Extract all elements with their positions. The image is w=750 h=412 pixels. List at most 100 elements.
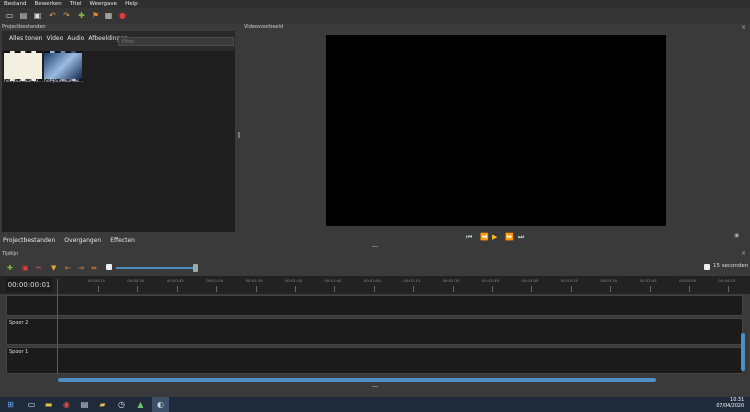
timeline-title: Tijdlijn [2, 251, 19, 257]
timeline-horizontal-scrollbar[interactable] [58, 378, 656, 382]
start-icon[interactable]: ⊞ [6, 400, 15, 409]
camera-icon[interactable]: ◉ [734, 232, 739, 239]
file-thumbnail[interactable] [4, 51, 42, 81]
ruler-tick-label: 00:02:45 [482, 278, 500, 283]
tab-project-files[interactable]: Projectbestanden [3, 237, 55, 244]
fullscreen-icon[interactable]: ▦ [104, 11, 113, 20]
system-clock[interactable]: 10:31 07/04/2020 [716, 398, 744, 410]
ruler-tick-label: 00:03:15 [560, 278, 578, 283]
ruler-tick-mark [531, 286, 533, 292]
zoom-checkbox[interactable] [106, 264, 112, 270]
fast-forward-icon[interactable]: ⏩ [505, 233, 514, 241]
folder-icon[interactable]: ▰ [98, 400, 107, 409]
ruler-tick-label: 00:00:15 [88, 278, 106, 283]
clock-app-icon[interactable]: ◷ [117, 400, 126, 409]
timeline-ruler[interactable]: 00:00:00:01 00:00:15 00:00:30 00:00:45 00:0… [0, 276, 750, 294]
ruler-tick-mark [137, 286, 139, 292]
zoom-label: 15 seconden [713, 263, 749, 269]
save-icon[interactable]: ▣ [33, 11, 42, 20]
file-name: het-journaal-las... [44, 79, 84, 84]
file-name: het-journaal-13... [4, 79, 43, 84]
open-project-icon[interactable]: ▤ [19, 11, 28, 20]
timecode-display: 00:00:00:01 [6, 278, 52, 292]
playhead[interactable] [57, 279, 58, 374]
ruler-tick-mark [216, 286, 218, 292]
splitter-handle[interactable] [238, 132, 240, 138]
export-icon[interactable]: ● [118, 11, 127, 20]
ruler-tick-label: 00:01:00 [206, 278, 224, 283]
openshot-icon: ◐ [157, 400, 164, 409]
menu-help[interactable]: Help [125, 1, 138, 7]
filter-audio[interactable]: Audio [67, 35, 84, 42]
track-spoor-2[interactable]: Spoor 2 [6, 318, 743, 345]
menu-bewerken[interactable]: Bewerken [35, 1, 62, 7]
skip-start-icon[interactable]: ⏮ [466, 233, 472, 242]
clock-date: 07/04/2020 [716, 404, 744, 409]
next-marker-icon[interactable]: ⇥ [78, 264, 84, 272]
splitter-handle[interactable] [372, 246, 378, 247]
splitter-handle[interactable] [372, 386, 378, 387]
menu-titel[interactable]: Titel [70, 1, 82, 7]
play-icon[interactable]: ▶ [492, 233, 497, 241]
ruler-tick-mark [413, 286, 415, 292]
skip-end-icon[interactable]: ⏭ [518, 233, 524, 242]
filter-input[interactable]: Filter [118, 37, 234, 46]
filter-video[interactable]: Video [46, 35, 63, 42]
profile-icon[interactable]: ⚑ [91, 11, 100, 20]
ruler-tick-label: 00:03:30 [600, 278, 618, 283]
ruler-tick-mark [255, 286, 257, 292]
menu-bestand[interactable]: Bestand [4, 1, 27, 7]
close-icon[interactable]: × [741, 24, 746, 31]
zoom-level-box [704, 264, 710, 270]
tab-transitions[interactable]: Overgangen [64, 237, 101, 244]
razor-icon[interactable]: ✂ [36, 264, 42, 272]
ruler-tick-mark [98, 286, 99, 292]
track-spoor-1[interactable]: Spoor 1 [6, 347, 743, 374]
chrome-icon[interactable]: ◉ [62, 400, 71, 409]
add-track-icon[interactable]: ✚ [7, 264, 13, 272]
ruler-tick-mark [570, 286, 572, 292]
ruler-tick-label: 00:04:15 [718, 278, 736, 283]
ruler-tick-mark [176, 286, 178, 292]
zoom-slider-handle[interactable] [193, 264, 198, 272]
task-view-icon[interactable]: ▭ [27, 400, 36, 409]
menu-weergave[interactable]: Weergave [90, 1, 118, 7]
rewind-icon[interactable]: ⏪ [480, 233, 489, 241]
file-thumbnail[interactable] [44, 51, 82, 81]
ruler-tick-label: 00:00:30 [127, 278, 145, 283]
undo-icon[interactable]: ↶ [48, 11, 57, 20]
left-panel-tabs: Projectbestanden Overgangen Effecten [3, 237, 144, 244]
main-toolbar: ▭ ▤ ▣ ↶ ↷ ✚ ⚑ ▦ ● [0, 8, 750, 24]
redo-icon[interactable]: ↷ [62, 11, 71, 20]
import-files-icon[interactable]: ✚ [77, 11, 86, 20]
ruler-tick-label: 00:01:30 [285, 278, 303, 283]
close-icon[interactable]: × [741, 250, 746, 257]
new-project-icon[interactable]: ▭ [5, 11, 14, 20]
ruler-tick-label: 00:00:45 [166, 278, 184, 283]
ruler-tick-label: 00:04:00 [679, 278, 697, 283]
ruler-tick-mark [373, 286, 375, 292]
add-marker-icon[interactable]: ▼ [51, 264, 56, 272]
preview-title: Videovoorbeeld [244, 24, 284, 30]
ruler-tick-label: 00:02:30 [442, 278, 460, 283]
app-icon[interactable]: ▲ [136, 400, 145, 409]
project-files-title: Projectbestanden [2, 24, 46, 30]
video-preview [326, 35, 666, 226]
store-icon[interactable]: ▤ [80, 400, 89, 409]
file-explorer-icon[interactable]: ▬ [44, 400, 53, 409]
center-playhead-icon[interactable]: ⇹ [91, 264, 97, 272]
tab-effects[interactable]: Effecten [110, 237, 135, 244]
ruler-tick-mark [728, 286, 730, 292]
menu-bar: Bestand Bewerken Titel Weergave Help [0, 0, 750, 8]
track-top[interactable] [6, 295, 743, 316]
ruler-tick-label: 00:01:45 [324, 278, 342, 283]
filter-bar: Alles tonen Video Audio Afbeeldingen [4, 34, 132, 44]
timeline-vertical-scrollbar[interactable] [741, 333, 745, 371]
ruler-tick-mark [295, 286, 296, 292]
ruler-tick-label: 00:02:15 [403, 278, 421, 283]
snap-icon[interactable]: ▣ [22, 264, 29, 272]
zoom-slider[interactable] [116, 267, 196, 269]
filter-show-all[interactable]: Alles tonen [9, 35, 42, 42]
previous-marker-icon[interactable]: ⇤ [65, 264, 71, 272]
ruler-tick-label: 00:02:00 [363, 278, 381, 283]
